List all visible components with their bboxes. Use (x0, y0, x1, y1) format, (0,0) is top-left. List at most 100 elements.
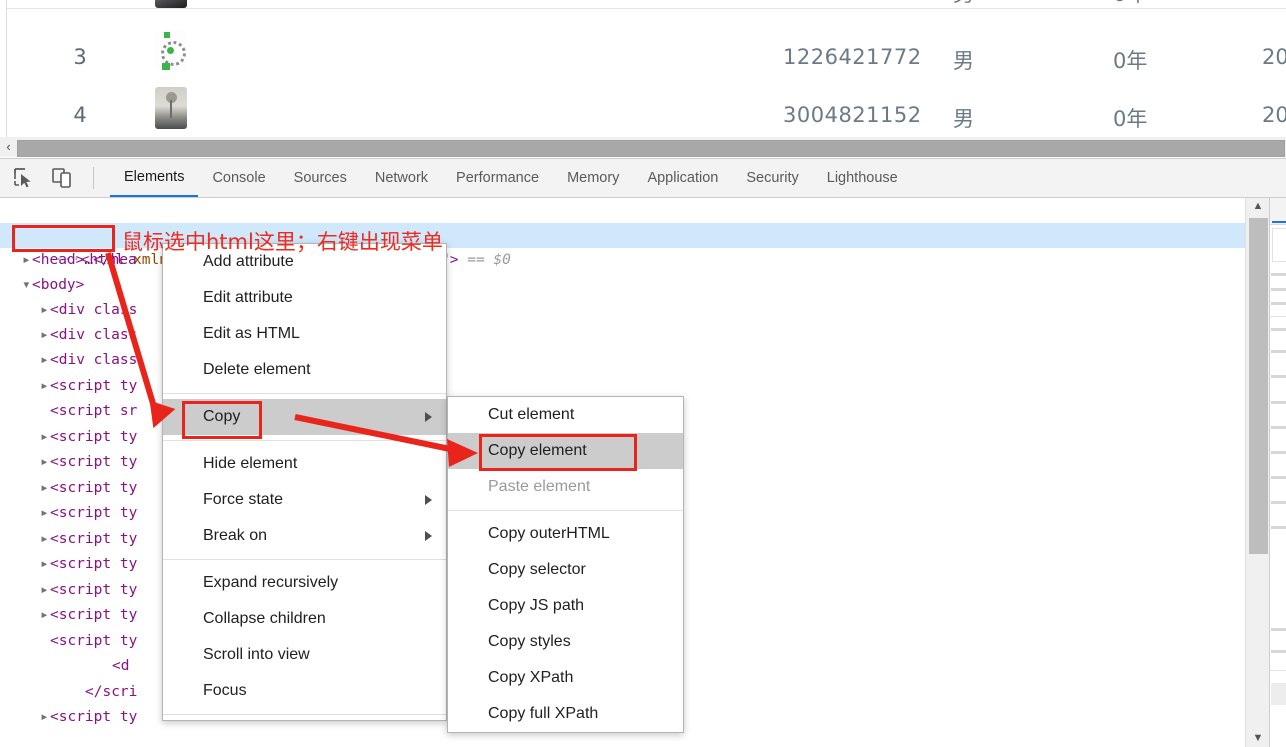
dom-node-text: <script ty (50, 378, 137, 394)
expand-triangle-icon[interactable]: ▸ (40, 348, 50, 373)
expand-triangle-icon[interactable]: ▸ (40, 501, 50, 526)
expand-triangle-icon[interactable]: ▸ (40, 552, 50, 577)
submenu-item-copy-selector[interactable]: Copy selector (448, 552, 683, 588)
menu-item-edit-as-html[interactable]: Edit as HTML (163, 316, 446, 352)
table-row[interactable]: 3 1226421772 男 0年 20 (0, 45, 1286, 105)
menu-item-collapse-children[interactable]: Collapse children (163, 601, 446, 637)
submenu-item-copy-element[interactable]: Copy element (448, 433, 683, 469)
avatar (155, 87, 187, 129)
device-toolbar-icon[interactable] (51, 167, 77, 189)
tab-sources[interactable]: Sources (280, 159, 361, 197)
expand-triangle-icon[interactable]: ▸ (40, 450, 50, 475)
expand-triangle-icon[interactable]: ▸ (40, 323, 50, 348)
dom-node-text: <script ty (50, 531, 137, 547)
menu-item-focus[interactable]: Focus (163, 673, 446, 709)
cell-sex: 男 (953, 103, 974, 133)
avatar (155, 0, 187, 8)
dom-node-text: <body> (32, 277, 84, 293)
tab-elements[interactable]: Elements (110, 159, 198, 197)
submenu-item-cut-element[interactable]: Cut element (448, 397, 683, 433)
menu-separator (163, 393, 446, 394)
styles-rule-text (1271, 628, 1286, 631)
collapse-triangle-icon[interactable]: ▾ (22, 273, 32, 298)
page-horizontal-scrollbar[interactable]: ‹ (0, 137, 1286, 157)
styles-pane[interactable] (1269, 198, 1286, 747)
styles-rule-text (1271, 401, 1286, 404)
dom-node-text: <script ty (50, 633, 137, 649)
expand-triangle-icon[interactable]: ▸ (40, 578, 50, 603)
dom-node-text: <script ty (50, 709, 137, 725)
expand-triangle-icon[interactable] (40, 399, 50, 424)
tab-memory[interactable]: Memory (553, 159, 633, 197)
dom-node-text: <d (112, 658, 129, 674)
expand-triangle-icon[interactable]: ▸ (40, 298, 50, 323)
dom-node-text: <div class (50, 302, 137, 318)
submenu-item-copy-js-path[interactable]: Copy JS path (448, 588, 683, 624)
tab-performance[interactable]: Performance (442, 159, 553, 197)
chevron-right-icon (425, 531, 432, 541)
dom-node-text: <script ty (50, 429, 137, 445)
styles-rule-text (1271, 526, 1286, 529)
expand-triangle-icon[interactable]: ▸ (22, 248, 32, 273)
chevron-right-icon (425, 412, 432, 422)
expand-triangle-icon[interactable] (40, 629, 50, 654)
cell-qq: 3004821152 (783, 103, 922, 127)
tab-lighthouse[interactable]: Lighthouse (813, 159, 912, 197)
menu-item-edit-attribute[interactable]: Edit attribute (163, 280, 446, 316)
inspect-element-icon[interactable] (12, 167, 38, 189)
expand-triangle-icon[interactable]: ▸ (40, 705, 50, 730)
expand-triangle-icon[interactable]: ▸ (40, 425, 50, 450)
submenu-item-copy-xpath[interactable]: Copy XPath (448, 660, 683, 696)
dom-context-menu[interactable]: Add attribute Edit attribute Edit as HTM… (162, 243, 447, 721)
expand-triangle-icon[interactable]: ▸ (40, 603, 50, 628)
dom-node-text: <script ty (50, 607, 137, 623)
tab-console[interactable]: Console (198, 159, 279, 197)
scrollbar-thumb[interactable] (1249, 218, 1268, 554)
menu-item-scroll-into-view[interactable]: Scroll into view (163, 637, 446, 673)
styles-rule-text (1271, 350, 1286, 353)
menu-item-delete-element[interactable]: Delete element (163, 352, 446, 388)
devtools-tab-bar: Elements Console Sources Network Perform… (110, 159, 912, 197)
tab-security[interactable]: Security (732, 159, 812, 197)
menu-item-add-attribute[interactable]: Add attribute (163, 244, 446, 280)
chevron-right-icon (425, 495, 432, 505)
web-page-table-fragment: 男 0年 3 1226421772 男 0年 20 4 3004821152 男… (0, 0, 1286, 158)
cell-qq: 1226421772 (783, 45, 922, 69)
tab-application[interactable]: Application (633, 159, 732, 197)
expand-triangle-icon[interactable]: ▸ (40, 374, 50, 399)
tab-network[interactable]: Network (361, 159, 442, 197)
cell-age: 0年 (1113, 0, 1147, 8)
cell-sex: 男 (953, 0, 974, 8)
scrollbar-thumb[interactable] (17, 140, 1285, 157)
expand-triangle-icon[interactable]: ▸ (40, 527, 50, 552)
styles-filter-box[interactable] (1272, 228, 1286, 262)
menu-item-break-on[interactable]: Break on (163, 518, 446, 554)
dom-node-text: <div class (50, 327, 137, 343)
styles-rule-text (1271, 302, 1286, 305)
menu-item-force-state[interactable]: Force state (163, 482, 446, 518)
styles-rule-text (1271, 288, 1286, 291)
styles-rule-text (1271, 375, 1286, 378)
menu-item-hide-element[interactable]: Hide element (163, 446, 446, 482)
styles-rule-text (1271, 501, 1286, 504)
scroll-left-arrow-icon[interactable]: ‹ (1, 139, 16, 155)
styles-divider (1270, 316, 1286, 317)
submenu-item-copy-full-xpath[interactable]: Copy full XPath (448, 696, 683, 732)
menu-separator (163, 440, 446, 441)
table-row[interactable]: 男 0年 (0, 0, 1286, 38)
copy-submenu[interactable]: Cut element Copy element Paste element C… (447, 396, 684, 733)
scroll-down-arrow-icon[interactable]: ▼ (1246, 730, 1270, 747)
dom-node-text: <script ty (50, 556, 137, 572)
styles-rule-text (1271, 476, 1286, 479)
cell-index: 3 (60, 45, 100, 69)
dom-tree-vertical-scrollbar[interactable]: ▲ ▼ (1245, 198, 1270, 747)
submenu-item-copy-outerhtml[interactable]: Copy outerHTML (448, 516, 683, 552)
menu-item-expand-recursively[interactable]: Expand recursively (163, 565, 446, 601)
expand-triangle-icon[interactable]: ▸ (40, 476, 50, 501)
submenu-item-copy-styles[interactable]: Copy styles (448, 624, 683, 660)
submenu-item-paste-element: Paste element (448, 469, 683, 505)
styles-rule-text (1271, 328, 1286, 331)
menu-item-copy[interactable]: Copy (163, 399, 446, 435)
scroll-up-arrow-icon[interactable]: ▲ (1246, 198, 1270, 215)
cell-sex: 男 (953, 45, 974, 75)
